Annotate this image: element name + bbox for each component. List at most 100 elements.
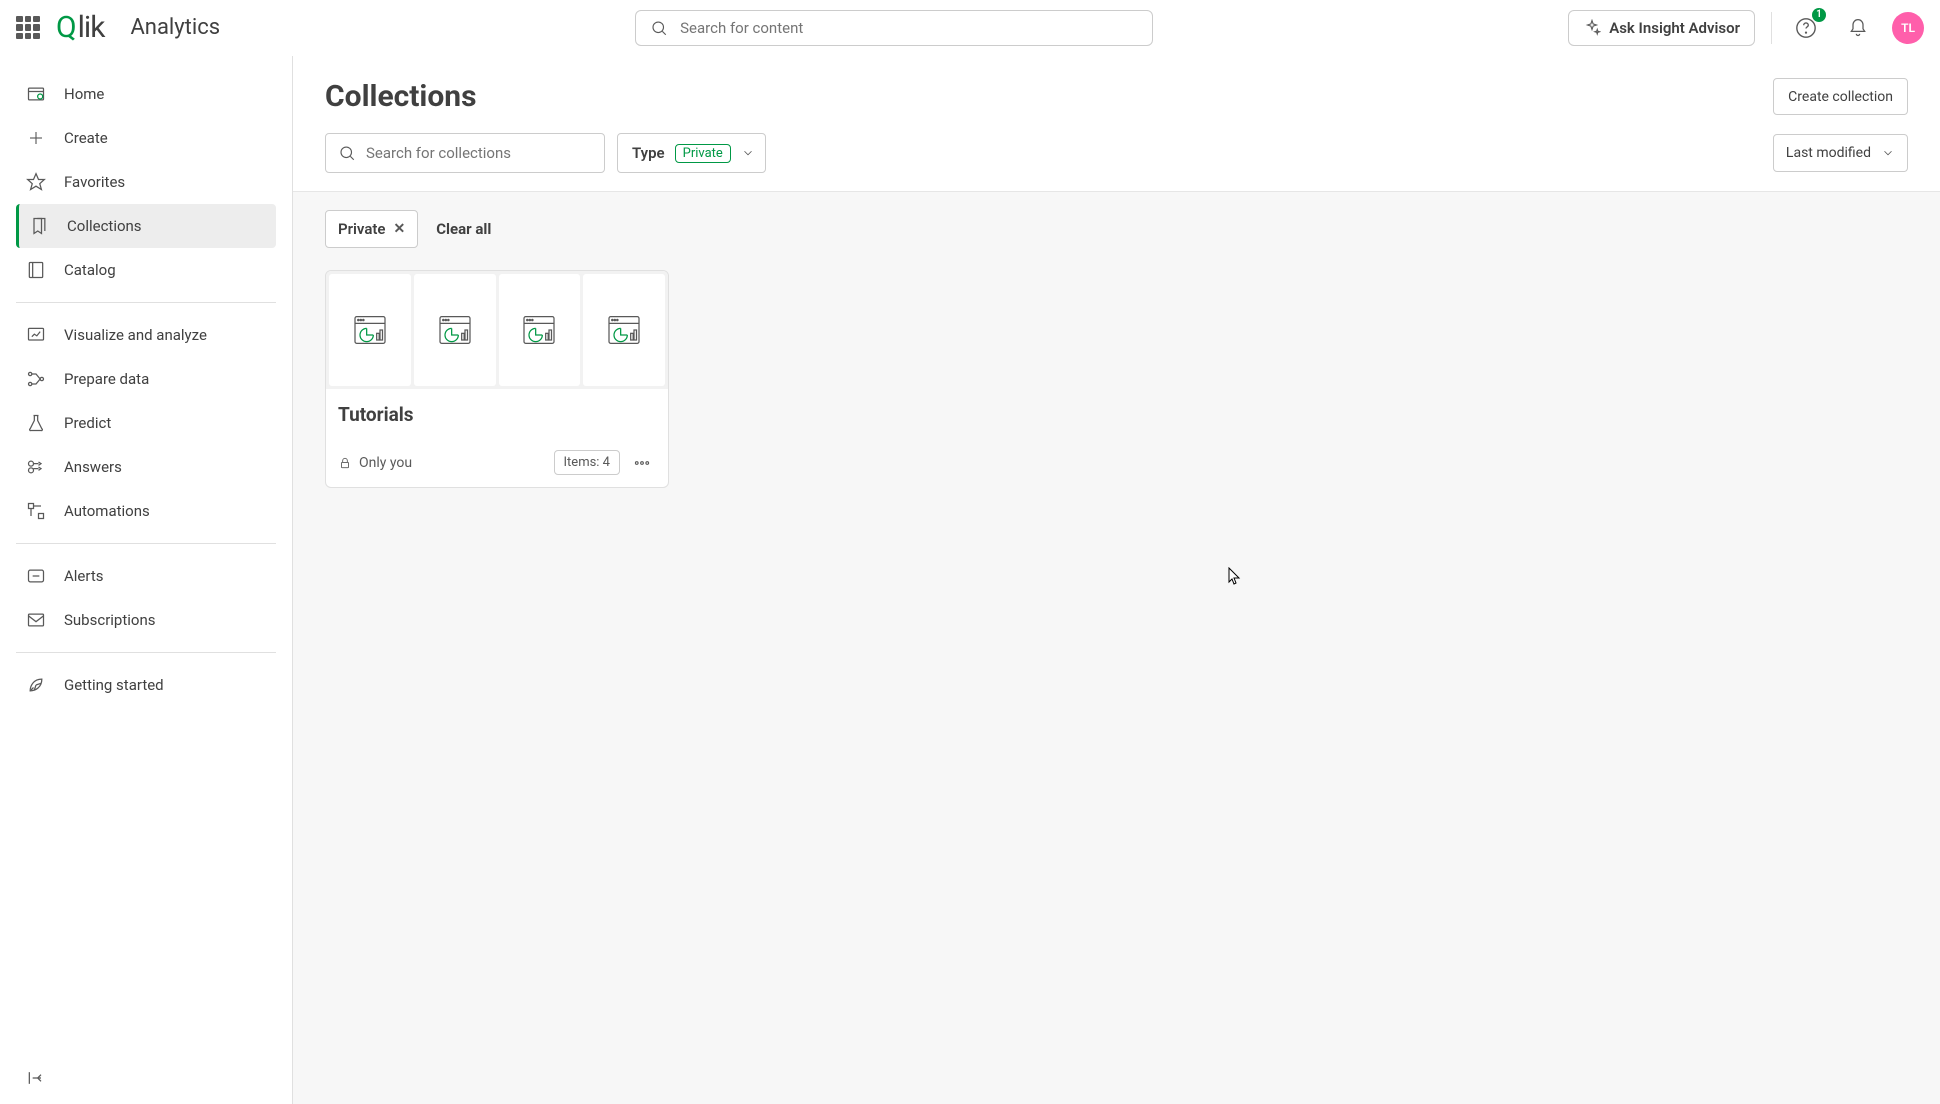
sidebar-item-subscriptions[interactable]: Subscriptions bbox=[16, 598, 276, 642]
brand-logo[interactable]: Qlik bbox=[56, 10, 104, 45]
flask-icon bbox=[26, 413, 46, 433]
separator bbox=[16, 302, 276, 303]
collections-search-input[interactable] bbox=[366, 144, 592, 162]
page-title: Collections bbox=[325, 79, 477, 114]
bookmark-icon bbox=[29, 216, 49, 236]
more-actions-button[interactable] bbox=[628, 454, 656, 472]
sidebar-item-create[interactable]: Create bbox=[16, 116, 276, 160]
help-badge: 1 bbox=[1812, 8, 1826, 22]
sidebar-item-label: Home bbox=[64, 85, 104, 103]
collapse-sidebar-button[interactable] bbox=[16, 1056, 276, 1104]
home-icon bbox=[26, 84, 46, 104]
sidebar-item-label: Favorites bbox=[64, 173, 125, 191]
layout: Home Create Favorites Collections Catalo… bbox=[0, 56, 1940, 1104]
page-header: Collections Create collection bbox=[293, 56, 1940, 115]
global-search-wrap bbox=[236, 10, 1552, 46]
user-avatar[interactable]: TL bbox=[1892, 12, 1924, 44]
app-icon bbox=[350, 310, 390, 350]
sort-button[interactable]: Last modified bbox=[1773, 134, 1908, 172]
chart-icon bbox=[26, 325, 46, 345]
global-search-input[interactable] bbox=[680, 19, 1138, 37]
sidebar-item-alerts[interactable]: Alerts bbox=[16, 554, 276, 598]
sidebar-item-label: Create bbox=[64, 129, 108, 147]
topbar: Qlik Analytics Ask Insight Advisor 1 TL bbox=[0, 0, 1940, 56]
clear-all-button[interactable]: Clear all bbox=[436, 220, 491, 238]
card-thumbnails bbox=[326, 271, 668, 389]
cursor-indicator bbox=[1228, 567, 1242, 589]
type-label: Type bbox=[632, 144, 665, 162]
rocket-icon bbox=[26, 675, 46, 695]
thumbnail bbox=[499, 274, 581, 386]
sidebar-item-collections[interactable]: Collections bbox=[16, 204, 276, 248]
sidebar-item-getting-started[interactable]: Getting started bbox=[16, 663, 276, 707]
sidebar-item-label: Catalog bbox=[64, 261, 116, 279]
card-footer: Only you Items: 4 bbox=[338, 450, 656, 475]
global-search[interactable] bbox=[635, 10, 1153, 46]
sidebar-item-label: Collections bbox=[67, 217, 142, 235]
sidebar-item-label: Answers bbox=[64, 458, 122, 476]
star-icon bbox=[26, 172, 46, 192]
sidebar-item-answers[interactable]: Answers bbox=[16, 445, 276, 489]
collection-title: Tutorials bbox=[338, 403, 656, 426]
sidebar-item-label: Subscriptions bbox=[64, 611, 155, 629]
sort-label: Last modified bbox=[1786, 145, 1871, 161]
sidebar-item-label: Visualize and analyze bbox=[64, 326, 207, 344]
apps-launcher-icon[interactable] bbox=[16, 16, 40, 40]
automation-icon bbox=[26, 501, 46, 521]
collapse-icon bbox=[26, 1068, 46, 1088]
search-icon bbox=[650, 19, 668, 37]
lock-icon bbox=[338, 456, 352, 470]
items-count-badge: Items: 4 bbox=[554, 450, 620, 475]
app-icon bbox=[435, 310, 475, 350]
separator bbox=[1771, 12, 1772, 44]
app-icon bbox=[604, 310, 644, 350]
thumbnail bbox=[414, 274, 496, 386]
thumbnail bbox=[329, 274, 411, 386]
chevron-down-icon bbox=[741, 146, 755, 160]
active-filters: Private ✕ Clear all bbox=[325, 210, 1908, 248]
sidebar-item-label: Getting started bbox=[64, 676, 164, 694]
sidebar-item-automations[interactable]: Automations bbox=[16, 489, 276, 533]
notifications-button[interactable] bbox=[1840, 10, 1876, 46]
filter-chip-private[interactable]: Private ✕ bbox=[325, 210, 418, 248]
sidebar-item-label: Automations bbox=[64, 502, 150, 520]
create-collection-button[interactable]: Create collection bbox=[1773, 78, 1908, 115]
type-value-tag: Private bbox=[675, 144, 731, 163]
sidebar-item-label: Predict bbox=[64, 414, 111, 432]
close-icon[interactable]: ✕ bbox=[394, 221, 406, 237]
product-name: Analytics bbox=[130, 15, 220, 40]
search-icon bbox=[338, 144, 356, 162]
separator bbox=[16, 652, 276, 653]
sidebar-item-prepare[interactable]: Prepare data bbox=[16, 357, 276, 401]
ask-label: Ask Insight Advisor bbox=[1609, 19, 1740, 37]
data-flow-icon bbox=[26, 369, 46, 389]
thumbnail bbox=[583, 274, 665, 386]
content-area: Private ✕ Clear all bbox=[293, 192, 1940, 1104]
type-filter-button[interactable]: Type Private bbox=[617, 133, 766, 173]
sidebar-item-favorites[interactable]: Favorites bbox=[16, 160, 276, 204]
sidebar-item-home[interactable]: Home bbox=[16, 72, 276, 116]
answers-icon bbox=[26, 457, 46, 477]
collections-search[interactable] bbox=[325, 133, 605, 173]
mail-icon bbox=[26, 610, 46, 630]
sidebar-item-catalog[interactable]: Catalog bbox=[16, 248, 276, 292]
visibility-label: Only you bbox=[359, 455, 412, 471]
sidebar-item-label: Prepare data bbox=[64, 370, 149, 388]
visibility-indicator: Only you bbox=[338, 455, 412, 471]
sidebar-item-visualize[interactable]: Visualize and analyze bbox=[16, 313, 276, 357]
bell-icon bbox=[1848, 18, 1868, 38]
alert-icon bbox=[26, 566, 46, 586]
separator bbox=[16, 543, 276, 544]
plus-icon bbox=[26, 129, 46, 147]
ask-insight-button[interactable]: Ask Insight Advisor bbox=[1568, 10, 1755, 46]
collection-card[interactable]: Tutorials Only you Items: 4 bbox=[325, 270, 669, 488]
sparkle-icon bbox=[1583, 19, 1601, 37]
filter-row: Type Private Last modified bbox=[293, 115, 1940, 192]
catalog-icon bbox=[26, 260, 46, 280]
more-icon bbox=[633, 454, 651, 472]
sidebar-item-predict[interactable]: Predict bbox=[16, 401, 276, 445]
main-content: Collections Create collection Type Priva… bbox=[293, 56, 1940, 1104]
help-button[interactable]: 1 bbox=[1788, 10, 1824, 46]
sidebar: Home Create Favorites Collections Catalo… bbox=[0, 56, 293, 1104]
chevron-down-icon bbox=[1881, 146, 1895, 160]
